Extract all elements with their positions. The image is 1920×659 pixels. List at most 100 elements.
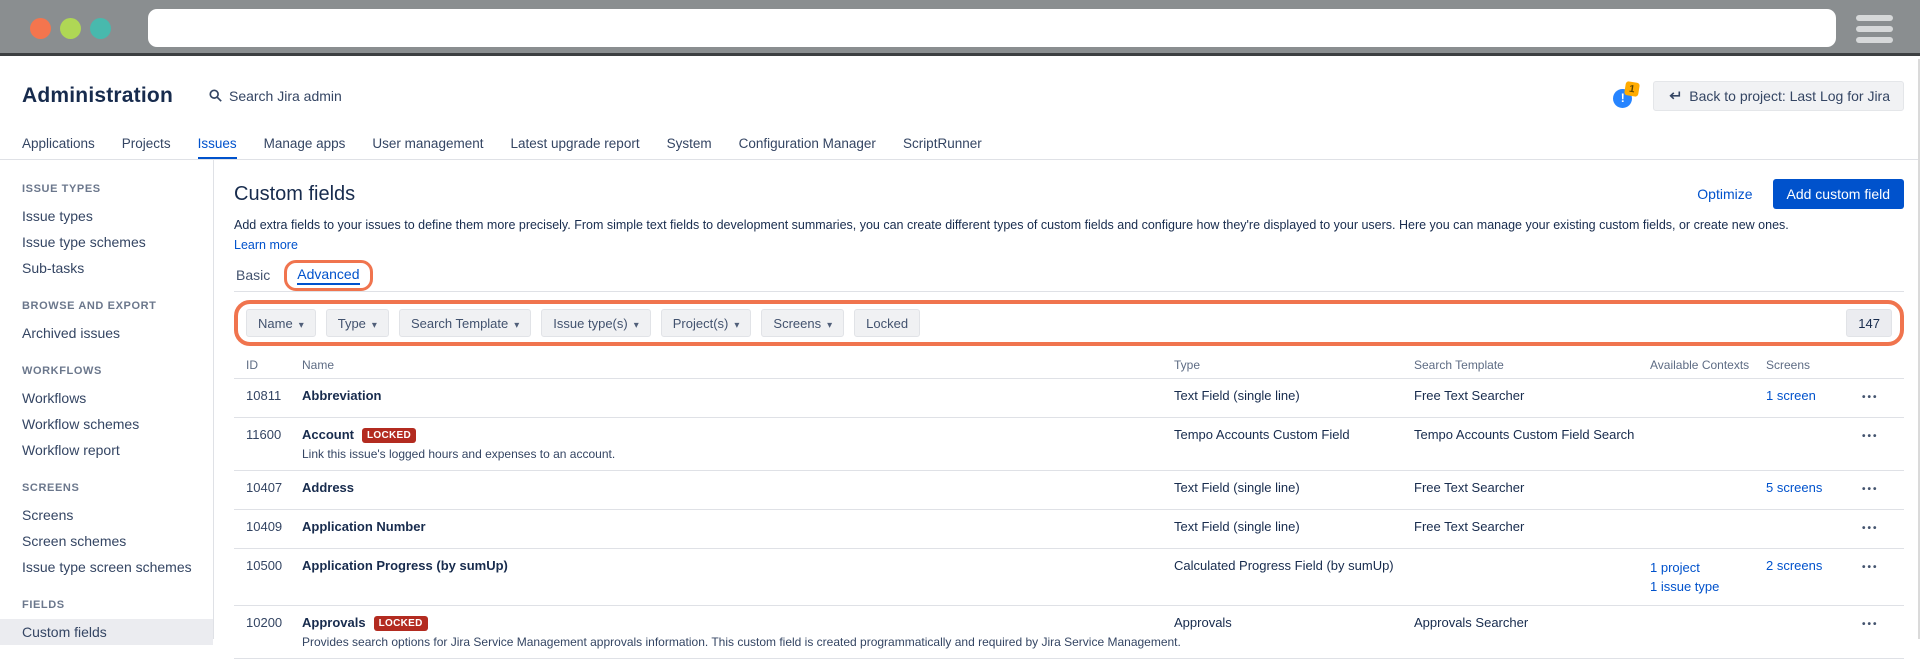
tab-basic[interactable]: Basic (234, 267, 278, 287)
browser-address-bar[interactable] (148, 9, 1836, 47)
row-actions-menu-icon[interactable] (1858, 558, 1883, 578)
admin-header: Administration Search Jira admin 1 Back … (0, 59, 1918, 132)
search-template-cell: Approvals Searcher (1414, 606, 1650, 640)
sidebar-item-workflows[interactable]: Workflows (0, 385, 213, 411)
admin-nav: Applications Projects Issues Manage apps… (0, 132, 1918, 160)
filter-search-template-label: Search Template (411, 316, 508, 331)
custom-fields-main: Custom fields Optimize Add custom field … (214, 160, 1918, 639)
results-count-badge: 147 (1846, 309, 1892, 337)
available-contexts-cell (1650, 471, 1766, 489)
screens-cell: 5 screens (1766, 471, 1858, 505)
search-template-cell: Free Text Searcher (1414, 510, 1650, 544)
sidebar-item-workflow-schemes[interactable]: Workflow schemes (0, 411, 213, 437)
nav-item-issues[interactable]: Issues (198, 136, 237, 159)
filter-name-button[interactable]: Name (246, 309, 316, 337)
locked-badge: LOCKED (362, 428, 416, 443)
actions-cell (1858, 549, 1905, 587)
window-maximize-button[interactable] (90, 18, 111, 39)
custom-field-type: Approvals (1174, 606, 1414, 640)
sidebar-item-screens[interactable]: Screens (0, 502, 213, 528)
row-actions-menu-icon[interactable] (1858, 427, 1883, 447)
chevron-down-icon (514, 316, 519, 331)
filter-type-label: Type (338, 316, 366, 331)
advanced-tab-annotation: Advanced (284, 260, 372, 291)
optimize-link[interactable]: Optimize (1697, 186, 1752, 202)
column-header-available-contexts: Available Contexts (1650, 356, 1766, 378)
sidebar-item-workflow-report[interactable]: Workflow report (0, 437, 213, 463)
screens-link[interactable]: 1 screen (1766, 388, 1816, 403)
custom-field-name: Account (302, 427, 354, 443)
filter-locked-button[interactable]: Locked (854, 309, 920, 337)
sidebar-item-issue-types[interactable]: Issue types (0, 203, 213, 229)
column-header-screens: Screens (1766, 356, 1858, 378)
custom-field-id: 10200 (234, 606, 302, 640)
column-header-search-template: Search Template (1414, 356, 1650, 378)
chevron-down-icon (299, 316, 304, 331)
custom-field-id: 10407 (234, 471, 302, 505)
nav-item-user-management[interactable]: User management (372, 136, 483, 159)
hamburger-bar (1856, 15, 1893, 21)
window-close-button[interactable] (30, 18, 51, 39)
row-actions-menu-icon[interactable] (1858, 519, 1883, 539)
nav-item-applications[interactable]: Applications (22, 136, 95, 159)
window-controls (30, 18, 111, 39)
available-contexts-cell (1650, 379, 1766, 397)
row-actions-menu-icon[interactable] (1858, 388, 1883, 408)
screens-link[interactable]: 2 screens (1766, 558, 1822, 573)
nav-item-projects[interactable]: Projects (122, 136, 171, 159)
context-issue-type-link[interactable]: 1 issue type (1650, 577, 1766, 596)
filter-screens-button[interactable]: Screens (761, 309, 844, 337)
chevron-down-icon (734, 316, 739, 331)
screens-cell: 2 screens (1766, 549, 1858, 583)
custom-fields-title: Custom fields (234, 183, 355, 206)
content-area: ISSUE TYPES Issue types Issue type schem… (0, 160, 1918, 639)
filter-projects-button[interactable]: Project(s) (661, 309, 752, 337)
add-custom-field-button[interactable]: Add custom field (1773, 179, 1905, 209)
search-template-cell: Free Text Searcher (1414, 471, 1650, 505)
context-project-link[interactable]: 1 project (1650, 558, 1766, 577)
screens-cell (1766, 418, 1858, 436)
filter-search-template-button[interactable]: Search Template (399, 309, 531, 337)
nav-item-latest-upgrade-report[interactable]: Latest upgrade report (510, 136, 639, 159)
window-minimize-button[interactable] (60, 18, 81, 39)
sidebar-item-screen-schemes[interactable]: Screen schemes (0, 528, 213, 554)
search-template-cell: Free Text Searcher (1414, 379, 1650, 413)
nav-item-manage-apps[interactable]: Manage apps (264, 136, 346, 159)
filter-issue-types-button[interactable]: Issue type(s) (541, 309, 650, 337)
sidebar-item-custom-fields[interactable]: Custom fields (0, 619, 213, 645)
custom-field-name-cell: Approvals LOCKED Provides search options… (302, 606, 1174, 658)
filter-screens-label: Screens (773, 316, 821, 331)
sidebar-item-issue-type-schemes[interactable]: Issue type schemes (0, 229, 213, 255)
sidebar-item-sub-tasks[interactable]: Sub-tasks (0, 255, 213, 281)
sidebar-section-workflows: WORKFLOWS Workflows Workflow schemes Wor… (0, 364, 213, 463)
nav-item-configuration-manager[interactable]: Configuration Manager (739, 136, 876, 159)
custom-field-name: Address (302, 480, 354, 496)
custom-field-id: 10500 (234, 549, 302, 583)
actions-cell (1858, 418, 1905, 456)
screens-cell (1766, 510, 1858, 528)
nav-item-scriptrunner[interactable]: ScriptRunner (903, 136, 982, 159)
hamburger-menu-icon[interactable] (1856, 15, 1893, 43)
view-tabs: Basic Advanced (234, 262, 1904, 292)
back-to-project-button[interactable]: Back to project: Last Log for Jira (1653, 81, 1904, 111)
custom-field-type: Calculated Progress Field (by sumUp) (1174, 549, 1414, 583)
filter-locked-label: Locked (866, 316, 908, 331)
screens-cell: 1 screen (1766, 379, 1858, 413)
sidebar-item-archived-issues[interactable]: Archived issues (0, 320, 213, 346)
custom-field-type: Tempo Accounts Custom Field (1174, 418, 1414, 452)
nav-item-system[interactable]: System (667, 136, 712, 159)
row-actions-menu-icon[interactable] (1858, 615, 1883, 635)
row-actions-menu-icon[interactable] (1858, 480, 1883, 500)
tab-advanced[interactable]: Advanced (297, 266, 359, 285)
actions-cell (1858, 471, 1905, 509)
custom-field-type: Text Field (single line) (1174, 471, 1414, 505)
notification-icon[interactable]: 1 (1613, 84, 1637, 108)
admin-search[interactable]: Search Jira admin (209, 88, 342, 104)
sidebar-item-issue-type-screen-schemes[interactable]: Issue type screen schemes (0, 554, 213, 580)
screens-link[interactable]: 5 screens (1766, 480, 1822, 495)
filter-type-button[interactable]: Type (326, 309, 389, 337)
learn-more-link[interactable]: Learn more (234, 238, 298, 252)
available-contexts-cell: 1 project 1 issue type (1650, 549, 1766, 605)
filter-name-label: Name (258, 316, 293, 331)
jira-admin-page: Administration Search Jira admin 1 Back … (0, 59, 1920, 639)
